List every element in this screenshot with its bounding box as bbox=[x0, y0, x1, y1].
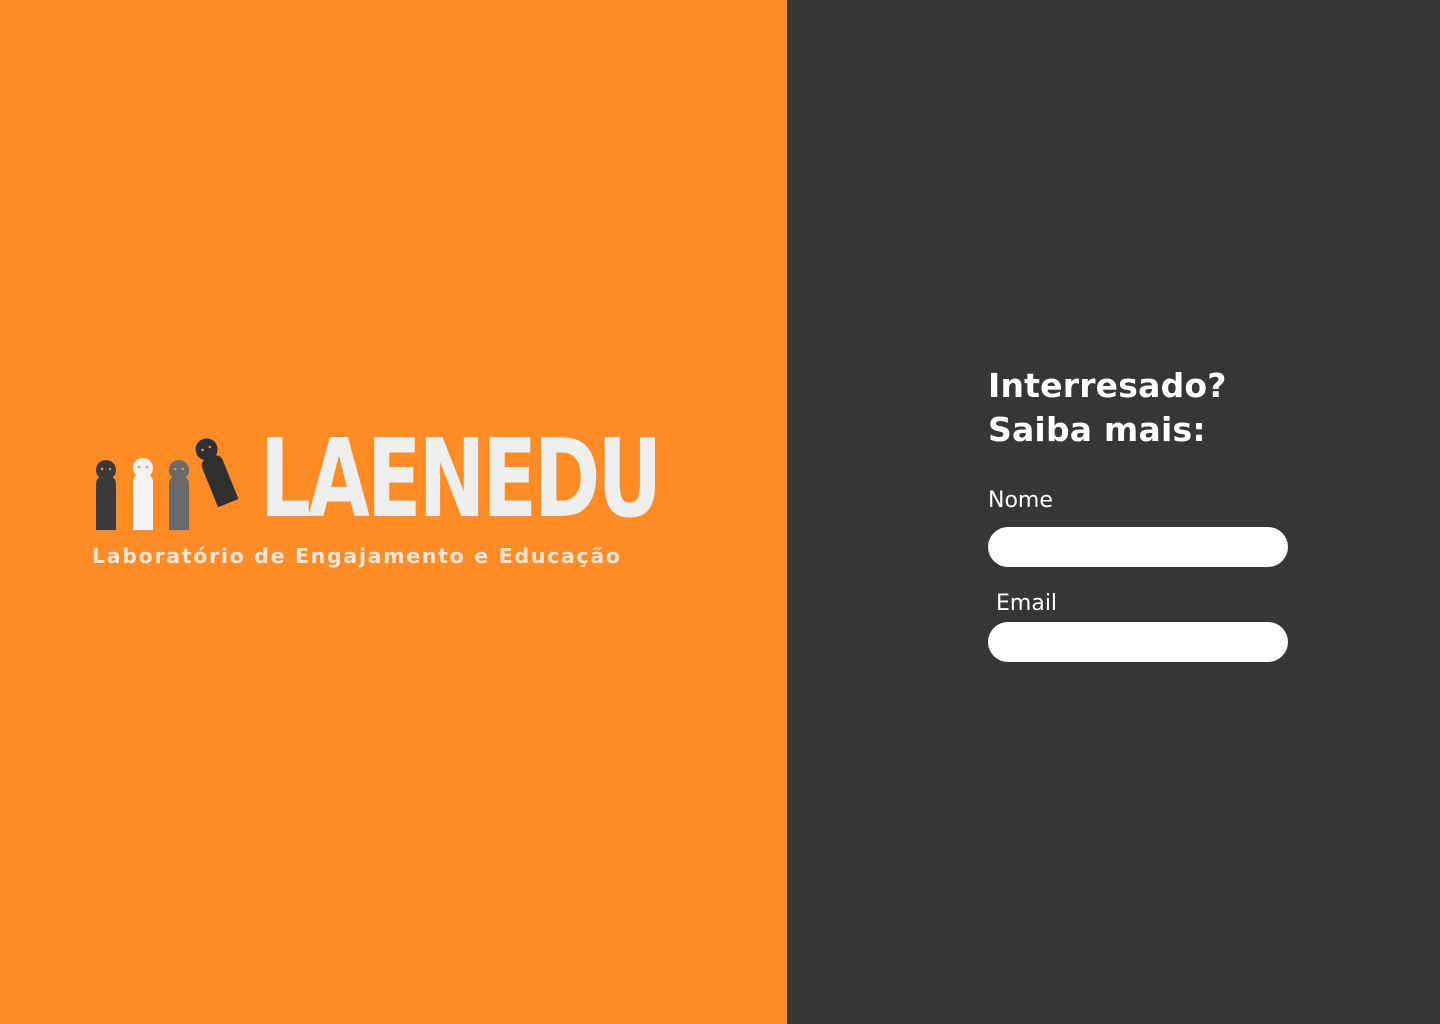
name-input[interactable] bbox=[988, 527, 1288, 567]
signup-panel: Interresado? Saiba mais: Nome Email bbox=[787, 0, 1440, 1024]
form-title-line-1: Interresado? bbox=[988, 366, 1227, 405]
figure-white-icon bbox=[133, 458, 153, 530]
people-figures-icon bbox=[96, 438, 239, 530]
figure-tilted-icon bbox=[195, 438, 239, 508]
logo-tagline: Laboratório de Engajamento e Educação bbox=[92, 544, 622, 568]
form-title-line-2: Saiba mais: bbox=[988, 410, 1206, 449]
figure-grey-icon bbox=[169, 460, 189, 530]
laenedu-logo: LAENEDU Laboratório de Engajamento e Edu… bbox=[92, 426, 692, 572]
email-input[interactable] bbox=[988, 622, 1288, 662]
figure-dark-icon bbox=[96, 460, 116, 530]
name-label: Nome bbox=[988, 488, 1053, 513]
form-title: Interresado? Saiba mais: bbox=[988, 364, 1288, 452]
brand-panel: LAENEDU Laboratório de Engajamento e Edu… bbox=[0, 0, 787, 1024]
email-label: Email bbox=[996, 591, 1058, 616]
landing-page: LAENEDU Laboratório de Engajamento e Edu… bbox=[0, 0, 1440, 1024]
logo-wordmark: LAENEDU bbox=[260, 417, 662, 542]
